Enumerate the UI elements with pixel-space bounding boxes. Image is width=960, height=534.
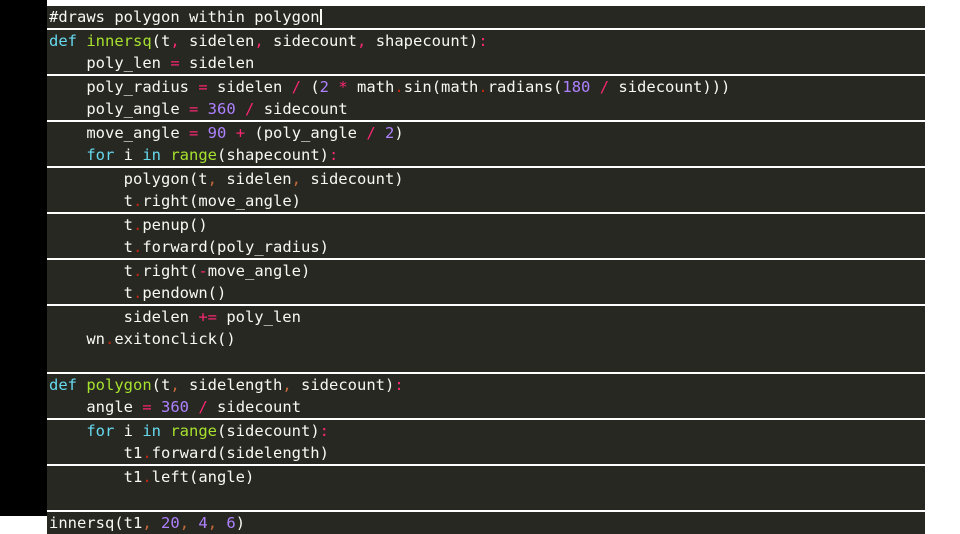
code-line-group: polygon(t, sidelen, sidecount) t.right(m… — [47, 168, 925, 214]
code-line-20[interactable]: t1.forward(sidelength) — [47, 442, 925, 464]
code-token-comment: #draws polygon within polygon — [49, 8, 320, 26]
code-line-group: sidelen += poly_len wn.exitonclick() — [47, 306, 925, 374]
code-line-group: #draws polygon within polygon — [47, 6, 925, 30]
editor-gutter — [0, 0, 47, 516]
code-line-4[interactable]: poly_radius = sidelen / (2 * math.sin(ma… — [47, 76, 925, 98]
code-line-group: t.right(-move_angle) t.pendown() — [47, 260, 925, 306]
code-line-8[interactable]: polygon(t, sidelen, sidecount) — [47, 168, 925, 190]
code-line-group: for i in range(sidecount): t1.forward(si… — [47, 420, 925, 466]
code-line-1[interactable]: #draws polygon within polygon — [47, 6, 925, 28]
code-line-23[interactable]: innersq(t1, 20, 4, 6) — [47, 512, 925, 534]
code-line-12[interactable]: t.right(-move_angle) — [47, 260, 925, 282]
code-line-21[interactable]: t1.left(angle) — [47, 466, 925, 488]
code-line-6[interactable]: move_angle = 90 + (poly_angle / 2) — [47, 122, 925, 144]
code-line-15[interactable]: wn.exitonclick() — [47, 328, 925, 350]
code-line-group: move_angle = 90 + (poly_angle / 2) for i… — [47, 122, 925, 168]
code-line-16[interactable] — [47, 350, 925, 372]
text-cursor — [319, 9, 322, 25]
code-line-19[interactable]: for i in range(sidecount): — [47, 420, 925, 442]
code-line-group: t.penup() t.forward(poly_radius) — [47, 214, 925, 260]
code-line-10[interactable]: t.penup() — [47, 214, 925, 236]
code-line-18[interactable]: angle = 360 / sidecount — [47, 396, 925, 418]
code-line-5[interactable]: poly_angle = 360 / sidecount — [47, 98, 925, 120]
code-surface[interactable]: #draws polygon within polygon def inners… — [47, 6, 925, 534]
code-line-group: t1.left(angle) — [47, 466, 925, 512]
code-line-22[interactable] — [47, 488, 925, 510]
code-line-9[interactable]: t.right(move_angle) — [47, 190, 925, 212]
code-line-13[interactable]: t.pendown() — [47, 282, 925, 304]
code-line-7[interactable]: for i in range(shapecount): — [47, 144, 925, 166]
code-editor[interactable]: #draws polygon within polygon def inners… — [0, 0, 960, 534]
code-line-group: def innersq(t, sidelen, sidecount, shape… — [47, 30, 925, 76]
code-line-group: innersq(t1, 20, 4, 6) — [47, 512, 925, 534]
code-line-group: poly_radius = sidelen / (2 * math.sin(ma… — [47, 76, 925, 122]
code-line-11[interactable]: t.forward(poly_radius) — [47, 236, 925, 258]
code-line-2[interactable]: def innersq(t, sidelen, sidecount, shape… — [47, 30, 925, 52]
code-line-3[interactable]: poly_len = sidelen — [47, 52, 925, 74]
code-line-17[interactable]: def polygon(t, sidelength, sidecount): — [47, 374, 925, 396]
code-line-14[interactable]: sidelen += poly_len — [47, 306, 925, 328]
code-line-group: def polygon(t, sidelength, sidecount): a… — [47, 374, 925, 420]
